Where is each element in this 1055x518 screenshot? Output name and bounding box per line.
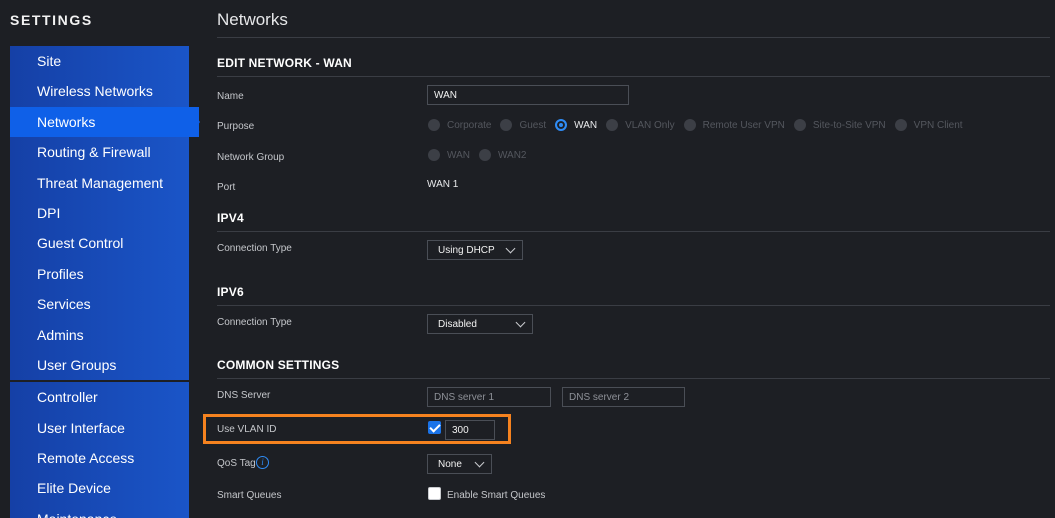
sidebar-item-elite-device[interactable]: Elite Device: [10, 473, 199, 503]
radio-label: VPN Client: [913, 119, 963, 131]
network-group-label: Network Group: [217, 152, 285, 163]
main-content: Networks EDIT NETWORK - WAN Name WAN Pur…: [203, 0, 1050, 518]
select-value: Disabled: [438, 319, 477, 330]
purpose-radio-group: Corporate Guest WAN VLAN Only Remote Use…: [428, 119, 972, 131]
use-vlan-id-checkbox[interactable]: [428, 421, 441, 434]
dns-server-label: DNS Server: [217, 390, 271, 401]
select-value: Using DHCP: [438, 245, 495, 256]
radio-label: WAN: [447, 149, 470, 161]
use-vlan-id-label: Use VLAN ID: [217, 424, 277, 435]
chevron-down-icon: [515, 317, 526, 328]
dns-server-2-input[interactable]: DNS server 2: [562, 387, 685, 407]
select-value: None: [438, 459, 462, 470]
sidebar-nav-clip: Site Wireless Networks Networks Routing …: [10, 46, 199, 518]
sidebar-item-user-interface[interactable]: User Interface: [10, 413, 199, 443]
sidebar-item-remote-access[interactable]: Remote Access: [10, 443, 199, 473]
qos-tag-label: QoS Tag: [217, 458, 256, 469]
purpose-option-vlan-only[interactable]: VLAN Only: [606, 119, 675, 131]
settings-sidebar: SETTINGS Site Wireless Networks Networks…: [0, 0, 200, 518]
sidebar-item-controller[interactable]: Controller: [10, 382, 199, 412]
radio-label: Corporate: [447, 119, 492, 131]
sidebar-item-services[interactable]: Services: [10, 289, 199, 319]
sidebar-item-routing-firewall[interactable]: Routing & Firewall: [10, 137, 199, 167]
radio-label: Guest: [519, 119, 547, 131]
vlan-id-input[interactable]: 300: [445, 420, 495, 440]
page-title: Networks: [217, 10, 288, 29]
ipv6-connection-type-select[interactable]: Disabled: [427, 314, 533, 334]
chevron-down-icon: [474, 457, 485, 468]
purpose-label: Purpose: [217, 121, 255, 132]
sidebar-nav: Site Wireless Networks Networks Routing …: [10, 46, 200, 518]
radio-dot: [683, 119, 696, 131]
purpose-option-corporate[interactable]: Corporate: [428, 119, 491, 131]
section-divider: [217, 76, 1050, 77]
purpose-option-remote-user-vpn[interactable]: Remote User VPN: [683, 119, 785, 131]
active-item-pointer: [189, 107, 200, 137]
radio-label: Site-to-Site VPN: [812, 119, 886, 131]
sidebar-item-admins[interactable]: Admins: [10, 320, 199, 350]
ipv4-connection-type-select[interactable]: Using DHCP: [427, 240, 523, 260]
radio-label: WAN: [574, 119, 598, 131]
network-group-option-wan2[interactable]: WAN2: [478, 149, 527, 161]
radio-label: Remote User VPN: [702, 119, 785, 131]
sidebar-item-threat-management[interactable]: Threat Management: [10, 168, 199, 198]
section-heading-edit-network: EDIT NETWORK - WAN: [217, 56, 352, 70]
name-input[interactable]: WAN: [427, 85, 629, 105]
sidebar-item-dpi[interactable]: DPI: [10, 198, 199, 228]
title-divider: [217, 37, 1050, 38]
radio-dot: [428, 149, 440, 161]
purpose-option-guest[interactable]: Guest: [500, 119, 546, 131]
radio-label: WAN2: [497, 149, 527, 161]
section-divider: [217, 378, 1050, 379]
radio-dot: [478, 149, 491, 161]
section-heading-ipv4: IPV4: [217, 211, 244, 225]
sidebar-item-wireless-networks[interactable]: Wireless Networks: [10, 76, 199, 106]
network-group-radio-group: WAN WAN2: [428, 149, 536, 161]
radio-dot: [793, 119, 806, 131]
sidebar-item-maintenance[interactable]: Maintenance: [10, 504, 199, 518]
radio-dot: [428, 119, 440, 131]
sidebar-item-user-groups[interactable]: User Groups: [10, 350, 199, 380]
radio-dot-selected: [555, 119, 568, 131]
sidebar-title: SETTINGS: [10, 12, 93, 28]
qos-tag-select[interactable]: None: [427, 454, 492, 474]
sidebar-item-site[interactable]: Site: [10, 46, 199, 76]
sidebar-item-profiles[interactable]: Profiles: [10, 259, 199, 289]
enable-smart-queues-label: Enable Smart Queues: [447, 490, 546, 501]
section-divider: [217, 231, 1050, 232]
section-divider: [217, 305, 1050, 306]
section-heading-ipv6: IPV6: [217, 285, 244, 299]
enable-smart-queues-checkbox[interactable]: [428, 487, 441, 500]
ipv4-connection-type-label: Connection Type: [217, 243, 292, 254]
port-value: WAN 1: [427, 179, 459, 190]
radio-dot: [606, 119, 619, 131]
radio-label: VLAN Only: [625, 119, 675, 131]
dns-server-1-input[interactable]: DNS server 1: [427, 387, 551, 407]
radio-dot: [894, 119, 907, 131]
sidebar-item-networks[interactable]: Networks: [10, 106, 199, 138]
info-icon[interactable]: i: [256, 456, 269, 469]
section-heading-common-settings: COMMON SETTINGS: [217, 358, 340, 372]
smart-queues-label: Smart Queues: [217, 490, 282, 501]
port-label: Port: [217, 182, 236, 193]
ipv6-connection-type-label: Connection Type: [217, 317, 292, 328]
name-label: Name: [217, 91, 244, 102]
chevron-down-icon: [505, 243, 516, 254]
radio-dot: [500, 119, 513, 131]
network-group-option-wan[interactable]: WAN: [428, 149, 470, 161]
purpose-option-vpn-client[interactable]: VPN Client: [894, 119, 963, 131]
purpose-option-site-to-site-vpn[interactable]: Site-to-Site VPN: [793, 119, 886, 131]
purpose-option-wan[interactable]: WAN: [555, 119, 597, 131]
sidebar-item-guest-control[interactable]: Guest Control: [10, 228, 199, 258]
